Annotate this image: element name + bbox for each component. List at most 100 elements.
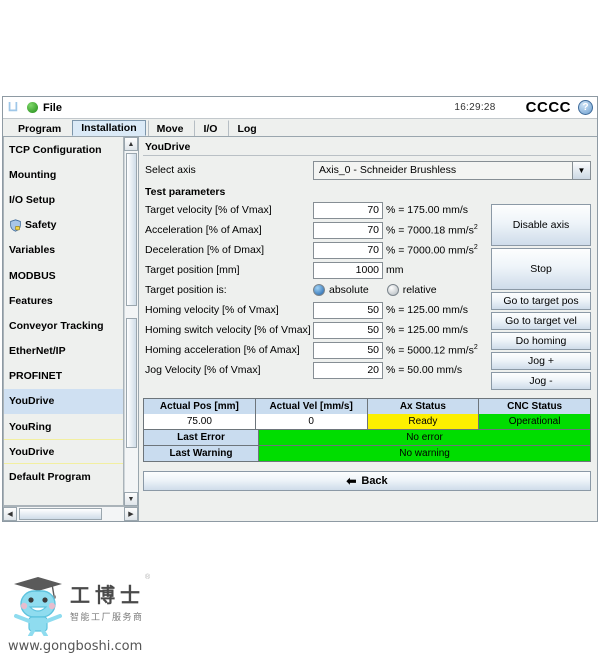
sidebar-item-features[interactable]: Features	[4, 288, 123, 313]
hscroll-track[interactable]	[17, 507, 124, 521]
vscroll-thumb[interactable]	[126, 153, 137, 307]
field-unit: % = 175.00 mm/s	[383, 204, 468, 216]
sidebar-item-label: Mounting	[9, 168, 57, 181]
main-panel: YouDrive Select axis Axis_0 - Schneider …	[139, 137, 597, 521]
scroll-down-icon[interactable]: ▼	[124, 492, 138, 506]
status-value: 0	[255, 414, 368, 429]
field-unit-text: % = 5000.12 mm/s	[386, 344, 474, 357]
sidebar-item-youdrive[interactable]: YouDrive	[4, 439, 123, 465]
sidebar-item-label: Features	[9, 294, 53, 307]
watermark-top-row: 工博士 智能工厂服务商 ®	[8, 574, 208, 636]
tab-program[interactable]: Program	[9, 120, 71, 136]
hscroll-thumb[interactable]	[19, 508, 103, 520]
sidebar-item-safety[interactable]: Safety	[4, 213, 123, 238]
radio-button-icon[interactable]	[313, 284, 325, 296]
sidebar-item-mounting[interactable]: Mounting	[4, 162, 123, 187]
sidebar-item-conveyor-tracking[interactable]: Conveyor Tracking	[4, 313, 123, 338]
field-label: Acceleration [% of Amax]	[145, 224, 262, 236]
sidebar-item-ethernet-ip[interactable]: EtherNet/IP	[4, 339, 123, 364]
status-value: 75.00	[144, 414, 256, 429]
sidebar-list: TCP Configuration Mounting I/O Setup Safety…	[3, 137, 123, 506]
test-parameters-header: Test parameters	[145, 186, 226, 198]
button-go-to-target-pos[interactable]: Go to target pos	[491, 292, 591, 310]
button-stop[interactable]: Stop	[491, 248, 591, 290]
field-input[interactable]: 50	[313, 341, 383, 359]
radio-absolute[interactable]: absolute	[313, 284, 369, 296]
field-unit: % = 7000.18 mm/s2	[383, 224, 478, 237]
sidebar-item-label: I/O Setup	[9, 193, 56, 206]
status-message-label: Last Error	[144, 430, 260, 445]
action-buttons-column: Disable axis Stop Go to target pos Go to ta…	[491, 200, 591, 392]
watermark: 工博士 智能工厂服务商 ® www.gongboshi.com	[8, 574, 208, 654]
sidebar-item-tcp-configuration[interactable]: TCP Configuration	[4, 137, 123, 162]
field-row: Homing switch velocity [% of Vmax] 50% = …	[143, 320, 485, 340]
field-unit-exponent: 2	[473, 223, 478, 231]
radio-label: absolute	[329, 284, 369, 296]
status-dot-icon	[27, 102, 38, 113]
field-unit-exponent: 2	[473, 343, 478, 351]
field-unit-text: % = 175.00 mm/s	[386, 204, 468, 216]
button-jog-[interactable]: Jog -	[491, 372, 591, 390]
field-input[interactable]: 20	[313, 361, 383, 379]
back-button[interactable]: ⬅ Back	[143, 471, 591, 491]
back-button-label: Back	[361, 475, 388, 487]
sidebar-item-youring[interactable]: YouRing	[4, 414, 123, 439]
form-fields-column: Target velocity [% of Vmax] 70% = 175.00 …	[143, 200, 485, 392]
field-input[interactable]: 70	[313, 241, 383, 259]
radio-relative[interactable]: relative	[386, 284, 437, 296]
field-input[interactable]: 1000	[313, 261, 383, 279]
sidebar-vertical-scrollbar[interactable]: ▲ ▼	[123, 137, 138, 506]
button-disable-axis[interactable]: Disable axis	[491, 204, 591, 246]
shield-lock-icon	[10, 219, 21, 232]
vscroll-thumb-lower[interactable]	[126, 318, 137, 448]
field-input[interactable]: 50	[313, 301, 383, 319]
registered-mark: ®	[145, 574, 151, 581]
tab-installation[interactable]: Installation	[72, 120, 146, 136]
select-axis-row: Select axis Axis_0 - Schneider Brushless…	[143, 159, 591, 181]
tab-log[interactable]: Log	[228, 120, 266, 136]
radio-button-icon[interactable]	[386, 284, 399, 296]
arrow-left-icon: ⬅	[346, 474, 357, 488]
field-unit: % = 50.00 mm/s	[383, 364, 462, 376]
help-icon[interactable]: ?	[578, 100, 593, 115]
target-position-mode-row: Target position is: absolute relative	[143, 280, 485, 300]
vscroll-track[interactable]	[124, 151, 138, 492]
sidebar-item-modbus[interactable]: MODBUS	[4, 263, 123, 288]
tab-i-o[interactable]: I/O	[194, 120, 227, 136]
status-message-value: No warning	[259, 446, 590, 461]
field-input[interactable]: 70	[313, 201, 383, 219]
sidebar-item-variables[interactable]: Variables	[4, 238, 123, 263]
select-axis-label: Select axis	[145, 164, 196, 176]
scroll-right-icon[interactable]: ▶	[124, 507, 138, 521]
button-jog-[interactable]: Jog +	[491, 352, 591, 370]
tab-move[interactable]: Move	[147, 120, 193, 136]
field-label: Homing velocity [% of Vmax]	[145, 304, 279, 316]
select-axis-dropdown[interactable]: Axis_0 - Schneider Brushless ▼	[313, 160, 591, 180]
ur-logo-icon: ⊔	[7, 100, 19, 115]
title-bar: ⊔ File 16:29:28 CCCC ?	[3, 97, 597, 119]
chevron-down-icon[interactable]: ▼	[572, 161, 590, 179]
scroll-up-icon[interactable]: ▲	[124, 137, 138, 151]
field-row: Target position [mm] 1000 mm	[143, 260, 485, 280]
clock: 16:29:28	[454, 102, 496, 113]
field-unit: % = 5000.12 mm/s2	[383, 344, 478, 357]
sidebar-item-default-program[interactable]: Default Program	[4, 464, 123, 489]
field-input[interactable]: 50	[313, 321, 383, 339]
sidebar-item-youdrive[interactable]: YouDrive	[4, 388, 123, 415]
field-unit-exponent: 2	[473, 243, 478, 251]
app-body: TCP Configuration Mounting I/O Setup Safety…	[3, 137, 597, 521]
field-label: Homing switch velocity [% of Vmax]	[145, 324, 311, 336]
sidebar-item-profinet[interactable]: PROFINET	[4, 364, 123, 389]
sidebar-horizontal-scrollbar[interactable]: ◀ ▶	[3, 506, 138, 521]
sidebar-item-label: Conveyor Tracking	[9, 319, 104, 332]
sidebar-item-i-o-setup[interactable]: I/O Setup	[4, 187, 123, 212]
field-unit-text: % = 7000.18 mm/s	[386, 224, 474, 237]
watermark-title: 工博士	[70, 583, 145, 607]
scroll-left-icon[interactable]: ◀	[3, 507, 17, 521]
button-do-homing[interactable]: Do homing	[491, 332, 591, 350]
button-go-to-target-vel[interactable]: Go to target vel	[491, 312, 591, 330]
file-menu[interactable]: File	[43, 102, 62, 114]
field-input[interactable]: 70	[313, 221, 383, 239]
sidebar-item-label: EtherNet/IP	[9, 345, 66, 358]
robot-mascot-icon	[14, 577, 62, 636]
